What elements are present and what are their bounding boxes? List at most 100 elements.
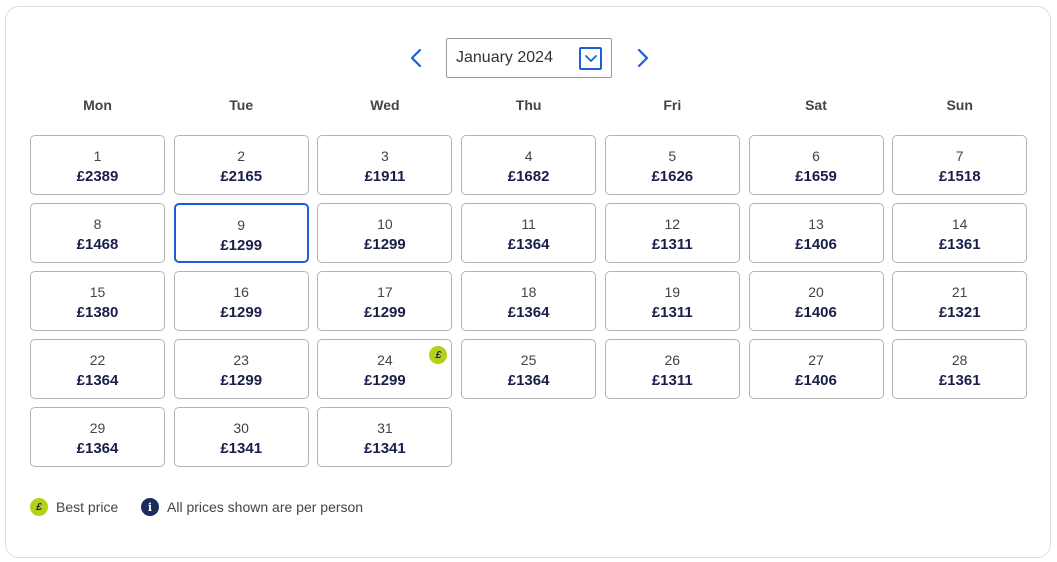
day-cell[interactable]: 30 £1341 [173,407,309,467]
day-price: £1406 [795,236,837,253]
day-number: 19 [664,284,681,300]
day-cell[interactable]: 13 £1406 [748,203,884,263]
day-cell[interactable]: 3 £1911 [317,135,453,195]
previous-month-button[interactable] [396,38,436,78]
weekday-thu: Thu [515,97,542,113]
day-cell[interactable]: 24 £1299 £ [317,339,453,399]
day-number: 14 [951,216,968,232]
day-cell[interactable]: 21 £1321 [892,271,1028,331]
day-number: 26 [664,352,681,368]
day-cell[interactable]: 28 £1361 [892,339,1028,399]
day-price: £1361 [938,236,981,253]
best-price-icon: £ [30,498,48,516]
day-number: 8 [93,216,102,232]
day-cell[interactable]: 19 £1311 [604,271,740,331]
day-price: £1364 [507,236,550,253]
day-price: £1468 [76,236,119,253]
day-price: £1380 [76,304,119,321]
day-cell[interactable]: 16 £1299 [173,271,309,331]
day-number: 2 [237,148,246,164]
day-cell[interactable]: 5 £1626 [604,135,740,195]
day-cell[interactable]: 17 £1299 [317,271,453,331]
day-cell[interactable]: 15 £1380 [30,271,165,331]
day-price: £1406 [795,372,837,389]
day-price: £1361 [938,372,981,389]
day-price: £2389 [76,168,119,185]
day-price: £1911 [364,168,406,185]
day-cell[interactable]: 7 £1518 [892,135,1028,195]
day-number: 31 [377,420,393,436]
day-cell[interactable]: 23 £1299 [173,339,309,399]
day-number: 7 [955,148,964,164]
day-price: £1299 [220,304,263,321]
day-number: 20 [808,284,824,300]
day-cell[interactable]: 4 £1682 [461,135,597,195]
day-number: 6 [812,148,820,164]
selected-month-label: January 2024 [456,49,553,66]
weekday-sun: Sun [946,97,973,113]
day-price: £1518 [938,168,981,185]
day-cell[interactable]: 1 £2389 [30,135,165,195]
weekday-wed: Wed [370,97,400,113]
day-cell[interactable]: 31 £1341 [317,407,453,467]
weekday-sat: Sat [805,97,827,113]
day-number: 23 [233,352,249,368]
month-dropdown-button[interactable] [579,47,602,70]
day-price: £1341 [364,440,406,457]
day-cell[interactable]: 10 £1299 [317,203,453,263]
day-number: 13 [808,216,824,232]
day-number: 27 [808,352,824,368]
day-price: £1311 [651,236,693,253]
day-number: 16 [233,284,249,300]
day-cell[interactable]: 27 £1406 [748,339,884,399]
day-price: £1299 [220,372,263,389]
day-price: £2165 [220,168,263,185]
day-cell[interactable]: 11 £1364 [461,203,597,263]
day-cell[interactable]: 6 £1659 [748,135,884,195]
day-cell[interactable]: 12 £1311 [604,203,740,263]
day-price: £1299 [364,372,406,389]
day-number: 9 [237,217,246,233]
day-cell[interactable]: 18 £1364 [461,271,597,331]
day-number: 17 [377,284,393,300]
day-cell[interactable]: 20 £1406 [748,271,884,331]
month-select[interactable]: January 2024 [446,38,612,78]
legend-info-label: All prices shown are per person [167,499,364,515]
info-icon: i [141,498,159,516]
day-cell[interactable]: 29 £1364 [30,407,165,467]
day-price: £1364 [507,304,550,321]
day-number: 1 [93,148,102,164]
day-price: £1299 [364,236,406,253]
day-number: 11 [521,216,536,232]
weekday-fri: Fri [663,97,682,113]
day-number: 3 [380,148,389,164]
day-price: £1311 [651,304,693,321]
day-cell[interactable]: 26 £1311 [604,339,740,399]
day-cell[interactable]: 8 £1468 [30,203,165,263]
chevron-left-icon [410,48,422,68]
day-number: 4 [524,148,533,164]
weekday-header: Mon Tue Wed Thu Fri Sat Sun [30,97,1030,117]
day-cell[interactable]: 2 £2165 [173,135,309,195]
next-month-button[interactable] [623,38,663,78]
day-cell[interactable]: 25 £1364 [461,339,597,399]
day-cell[interactable]: 22 £1364 [30,339,165,399]
weekday-tue: Tue [229,97,254,113]
day-number: 25 [520,352,537,368]
day-number: 5 [668,148,677,164]
day-number: 12 [664,216,681,232]
day-price: £1682 [507,168,550,185]
day-number: 29 [89,420,106,436]
chevron-down-icon [584,54,597,62]
day-cell[interactable]: 9 £1299 [173,203,309,263]
day-cell[interactable]: 14 £1361 [892,203,1028,263]
day-number: 21 [951,284,968,300]
day-price: £1364 [507,372,550,389]
day-price: £1659 [795,168,837,185]
day-price: £1311 [651,372,693,389]
day-price: £1299 [220,237,263,254]
calendar-card: January 2024 Mon Tue Wed Thu Fri Sat Sun… [5,6,1051,558]
day-price: £1299 [364,304,406,321]
legend-best-price-label: Best price [56,499,119,515]
chevron-right-icon [637,48,649,68]
